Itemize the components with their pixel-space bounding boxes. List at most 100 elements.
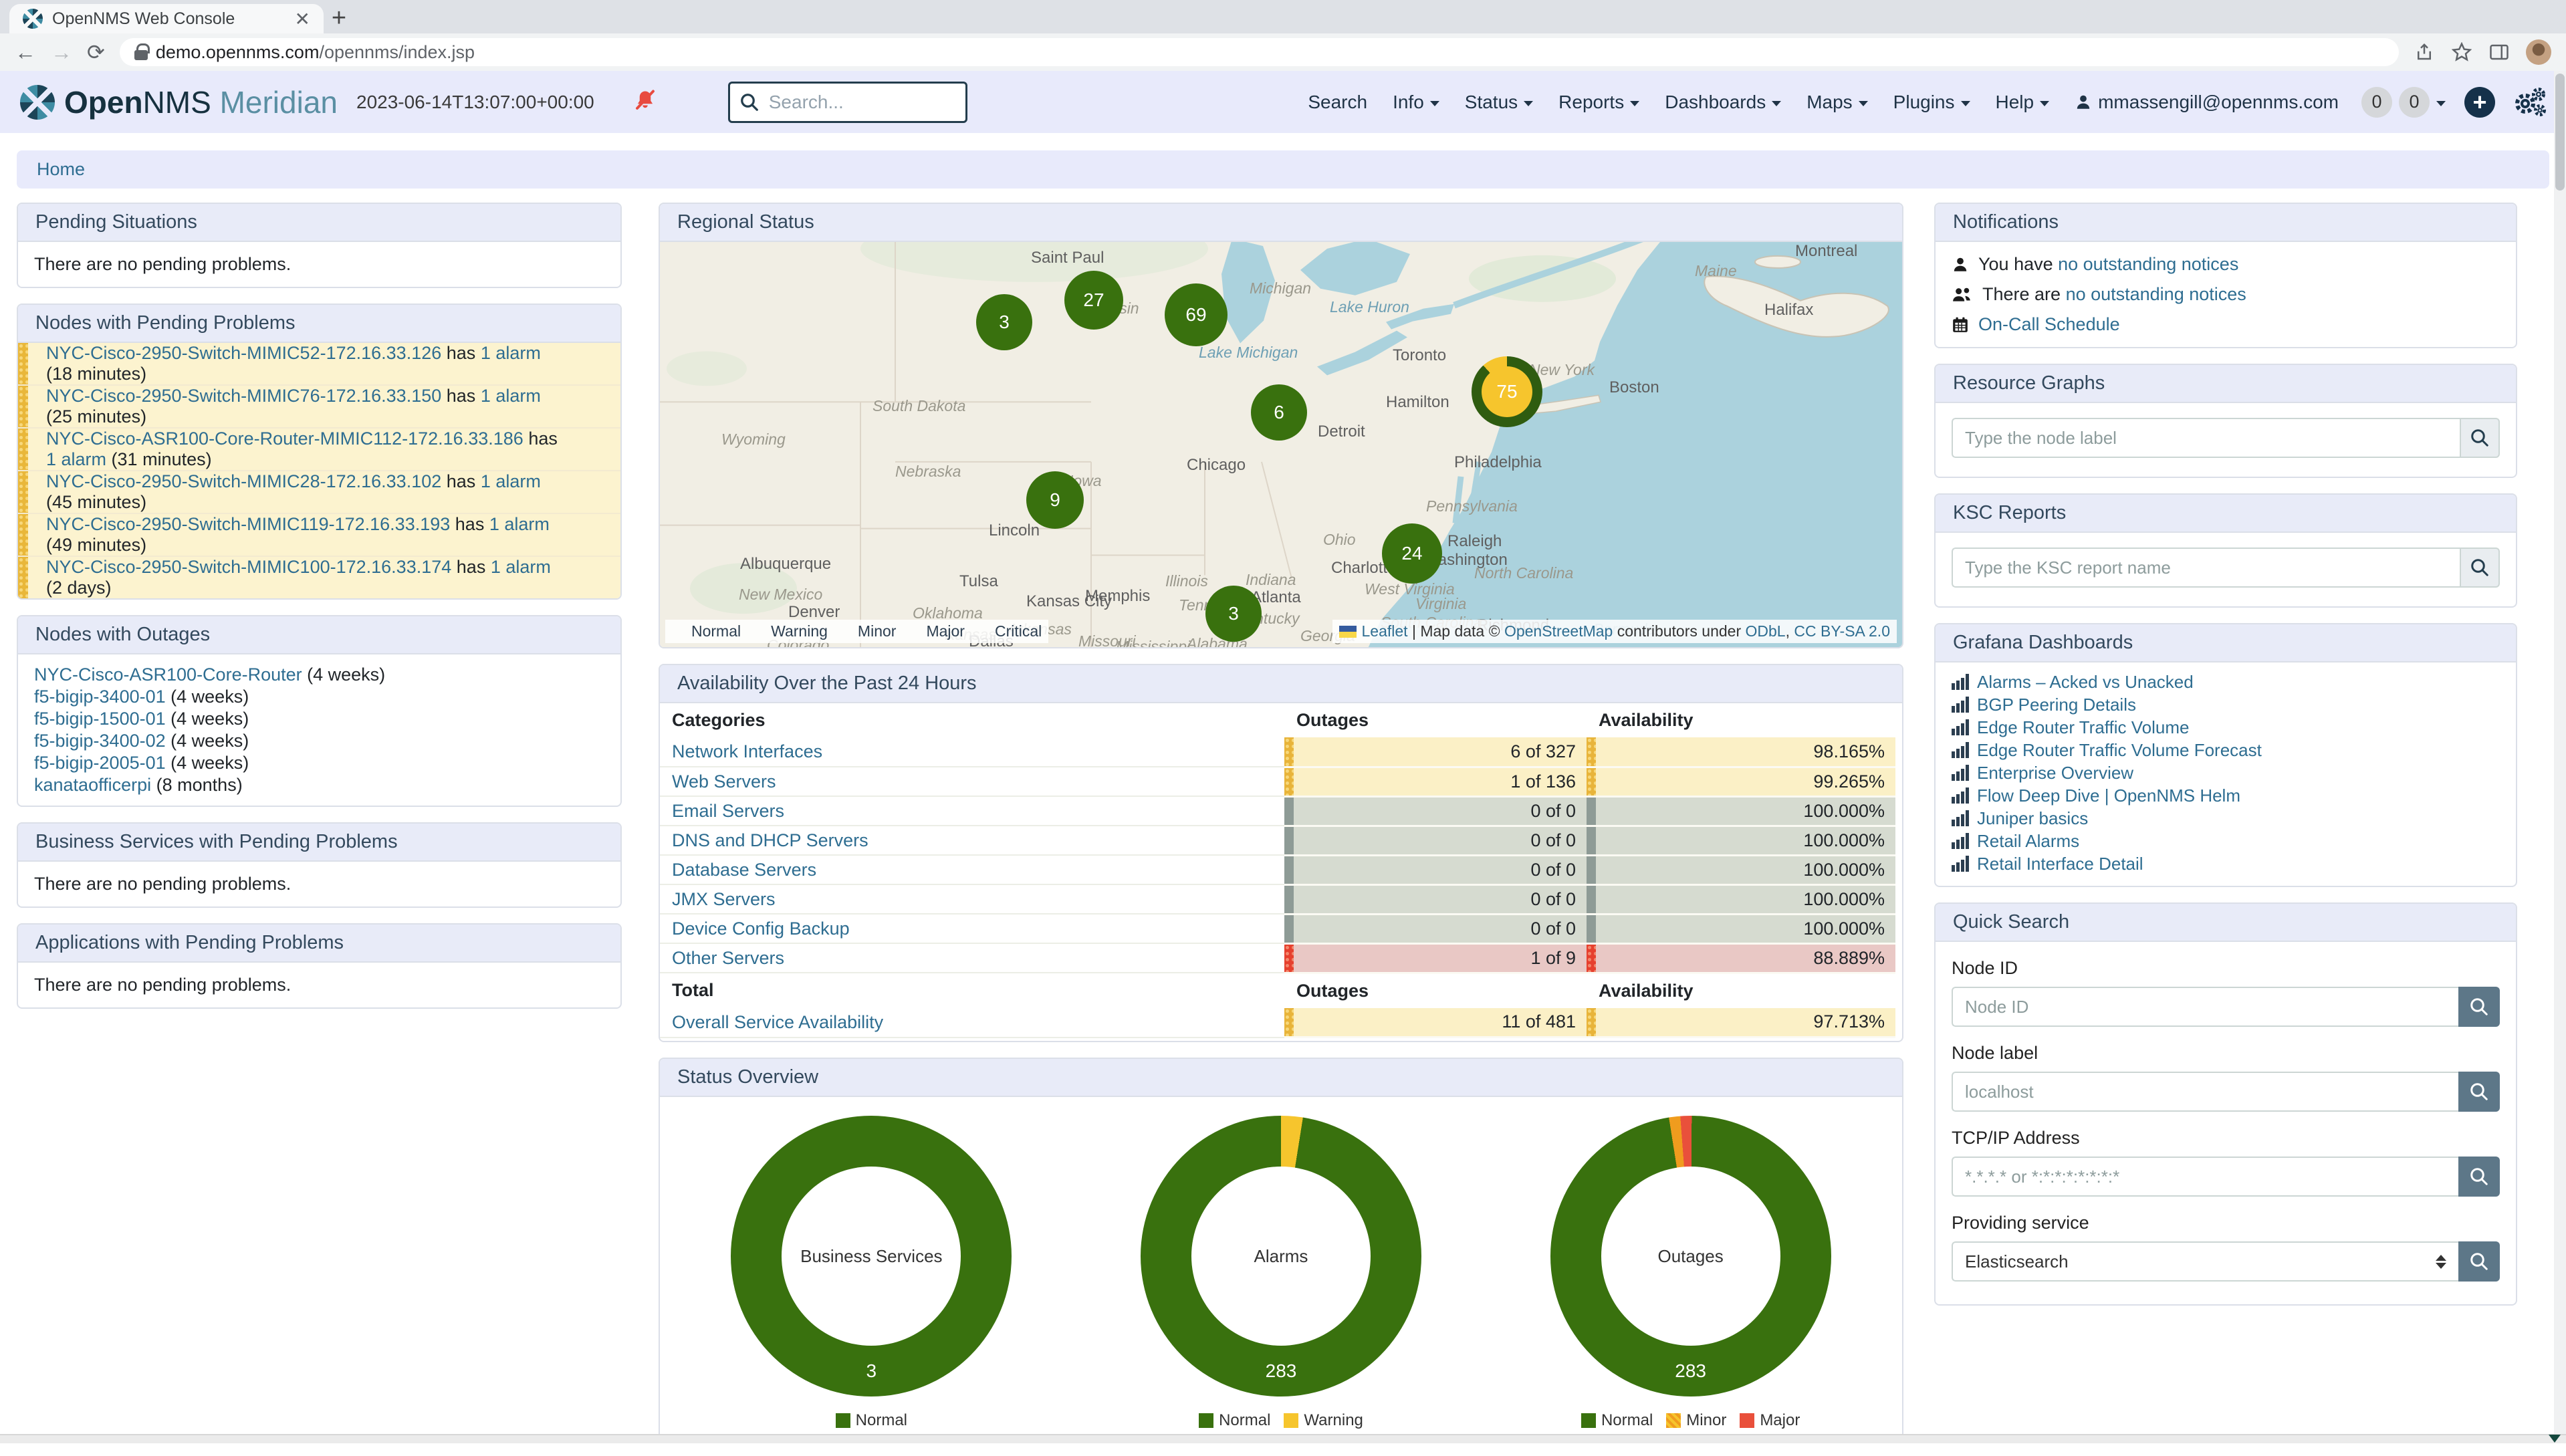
- node-label-search-button[interactable]: [2458, 1072, 2500, 1112]
- alarm-link[interactable]: 1 alarm: [481, 471, 541, 492]
- user-notices-link[interactable]: no outstanding notices: [2058, 254, 2238, 274]
- providing-service-search-button[interactable]: [2458, 1241, 2500, 1282]
- grafana-dashboard-link[interactable]: Alarms – Acked vs Unacked: [1977, 672, 2194, 692]
- ccbysa-link[interactable]: CC BY-SA 2.0: [1794, 622, 1890, 640]
- node-link[interactable]: NYC-Cisco-2950-Switch-MIMIC52-172.16.33.…: [46, 343, 441, 364]
- alarm-link[interactable]: 1 alarm: [46, 449, 106, 470]
- map-cluster-marker[interactable]: 24: [1382, 523, 1442, 584]
- navbar-menu-item[interactable]: Dashboards: [1665, 92, 1781, 113]
- node-link[interactable]: f5-bigip-2005-01: [34, 753, 166, 773]
- notices-muted-icon[interactable]: [633, 88, 657, 116]
- global-search-input[interactable]: [768, 91, 956, 114]
- category-link[interactable]: Email Servers: [672, 801, 784, 821]
- category-link[interactable]: JMX Servers: [672, 889, 776, 909]
- grafana-dashboard-link[interactable]: Flow Deep Dive | OpenNMS Helm: [1977, 785, 2240, 806]
- odbl-link[interactable]: ODbL: [1746, 622, 1786, 640]
- scroll-corner-arrow-icon[interactable]: [2549, 1435, 2561, 1443]
- notice-badge-all[interactable]: 0: [2399, 87, 2430, 118]
- grafana-dashboard-link[interactable]: Retail Alarms: [1977, 831, 2079, 851]
- category-link[interactable]: Database Servers: [672, 860, 816, 880]
- leaflet-link[interactable]: Leaflet: [1362, 622, 1408, 640]
- quick-search-ip-group: TCP/IP Address: [1936, 1128, 2516, 1197]
- alarm-link[interactable]: 1 alarm: [481, 386, 541, 406]
- navbar-menu-item[interactable]: Help: [1996, 92, 2050, 113]
- global-search-box[interactable]: [728, 82, 967, 123]
- map-cluster-marker[interactable]: 3: [976, 294, 1032, 350]
- map-cluster-marker[interactable]: 75: [1472, 356, 1542, 427]
- ksc-reports-search-button[interactable]: [2460, 548, 2500, 588]
- tcpip-search-button[interactable]: [2458, 1157, 2500, 1197]
- navbar-menu-item[interactable]: Status: [1465, 92, 1533, 113]
- sidebar-icon[interactable]: [2488, 41, 2510, 63]
- all-notices-link[interactable]: no outstanding notices: [2066, 284, 2246, 304]
- map-cluster-marker[interactable]: 9: [1026, 471, 1084, 529]
- node-id-input[interactable]: [1952, 987, 2458, 1027]
- node-link[interactable]: NYC-Cisco-ASR100-Core-Router-MIMIC112-17…: [46, 429, 523, 449]
- user-menu[interactable]: mmassengill@opennms.com: [2075, 92, 2339, 113]
- page-scrollbar[interactable]: [2554, 71, 2566, 1434]
- category-link[interactable]: Web Servers: [672, 771, 776, 792]
- category-link[interactable]: DNS and DHCP Servers: [672, 830, 868, 850]
- navbar-menu-item[interactable]: Reports: [1558, 92, 1639, 113]
- grafana-dashboard-link[interactable]: Juniper basics: [1977, 808, 2088, 828]
- browser-avatar[interactable]: [2526, 39, 2551, 65]
- node-link[interactable]: NYC-Cisco-2950-Switch-MIMIC100-172.16.33…: [46, 557, 451, 578]
- grafana-dashboard-link[interactable]: BGP Peering Details: [1977, 695, 2136, 715]
- grafana-dashboard-link[interactable]: Edge Router Traffic Volume: [1977, 717, 2189, 737]
- bar-chart-icon: [1952, 742, 1969, 758]
- notice-badge-user[interactable]: 0: [2361, 87, 2392, 118]
- node-link[interactable]: f5-bigip-3400-01: [34, 687, 166, 707]
- alarm-link[interactable]: 1 alarm: [481, 343, 541, 364]
- node-label-input[interactable]: [1952, 1072, 2458, 1112]
- grafana-dashboard-link[interactable]: Enterprise Overview: [1977, 763, 2133, 783]
- node-link[interactable]: NYC-Cisco-ASR100-Core-Router: [34, 664, 302, 685]
- category-link[interactable]: Network Interfaces: [672, 741, 822, 761]
- scrollbar-thumb[interactable]: [2555, 74, 2565, 191]
- alarm-link[interactable]: 1 alarm: [489, 514, 550, 535]
- breadcrumb-home-link[interactable]: Home: [37, 159, 85, 180]
- tcpip-input[interactable]: [1952, 1157, 2458, 1197]
- opennms-logo-icon[interactable]: [20, 85, 55, 120]
- node-link[interactable]: NYC-Cisco-2950-Switch-MIMIC119-172.16.33…: [46, 514, 450, 535]
- bookmark-star-icon[interactable]: [2451, 41, 2472, 63]
- notice-badges[interactable]: 0 0: [2361, 87, 2446, 118]
- grafana-dashboard-link[interactable]: Edge Router Traffic Volume Forecast: [1977, 740, 2262, 760]
- navbar-menu-item[interactable]: Maps: [1806, 92, 1867, 113]
- oncall-schedule-link[interactable]: On-Call Schedule: [1978, 314, 2120, 335]
- navbar-menu-item[interactable]: Plugins: [1893, 92, 1970, 113]
- map-cluster-marker[interactable]: 27: [1064, 271, 1123, 330]
- node-link[interactable]: f5-bigip-3400-02: [34, 731, 166, 751]
- quick-add-button[interactable]: +: [2464, 87, 2495, 118]
- availability-total-header: Total Outages Availability: [660, 973, 1895, 1008]
- tab-close-icon[interactable]: ✕: [295, 8, 310, 30]
- alarm-link[interactable]: 1 alarm: [491, 557, 551, 578]
- ksc-reports-input[interactable]: [1952, 548, 2460, 588]
- navbar-menu-item[interactable]: Search: [1308, 92, 1367, 113]
- navbar-menu-item[interactable]: Info: [1393, 92, 1439, 113]
- node-link[interactable]: f5-bigip-1500-01: [34, 709, 166, 729]
- map-cluster-marker[interactable]: 3: [1205, 586, 1262, 642]
- node-link[interactable]: NYC-Cisco-2950-Switch-MIMIC76-172.16.33.…: [46, 386, 441, 406]
- new-tab-button[interactable]: +: [324, 3, 354, 33]
- resource-graphs-input[interactable]: [1952, 418, 2460, 458]
- admin-gear-icon[interactable]: [2511, 86, 2546, 118]
- category-link[interactable]: Device Config Backup: [672, 919, 850, 939]
- share-icon[interactable]: [2414, 41, 2435, 63]
- node-id-search-button[interactable]: [2458, 987, 2500, 1027]
- providing-service-select[interactable]: Elasticsearch: [1952, 1241, 2458, 1282]
- leaflet-map[interactable]: Saint Paul Wisconsin Michigan Lake Huron…: [660, 242, 1902, 647]
- map-cluster-marker[interactable]: 6: [1251, 384, 1307, 441]
- reload-button[interactable]: ⟳: [87, 39, 105, 65]
- overall-availability-link[interactable]: Overall Service Availability: [672, 1012, 883, 1032]
- browser-tab[interactable]: OpenNMS Web Console ✕: [9, 4, 324, 33]
- map-cluster-marker[interactable]: 69: [1165, 283, 1228, 346]
- resource-graphs-search-button[interactable]: [2460, 418, 2500, 458]
- grafana-dashboard-link[interactable]: Retail Interface Detail: [1977, 854, 2143, 874]
- node-link[interactable]: NYC-Cisco-2950-Switch-MIMIC28-172.16.33.…: [46, 471, 441, 492]
- category-link[interactable]: Other Servers: [672, 948, 784, 968]
- url-field[interactable]: demo.opennms.com/opennms/index.jsp: [120, 38, 2399, 66]
- back-button[interactable]: ←: [15, 40, 36, 65]
- osm-link[interactable]: OpenStreetMap: [1504, 622, 1613, 640]
- node-link[interactable]: kanataofficerpi: [34, 775, 151, 795]
- forward-button[interactable]: →: [51, 40, 72, 65]
